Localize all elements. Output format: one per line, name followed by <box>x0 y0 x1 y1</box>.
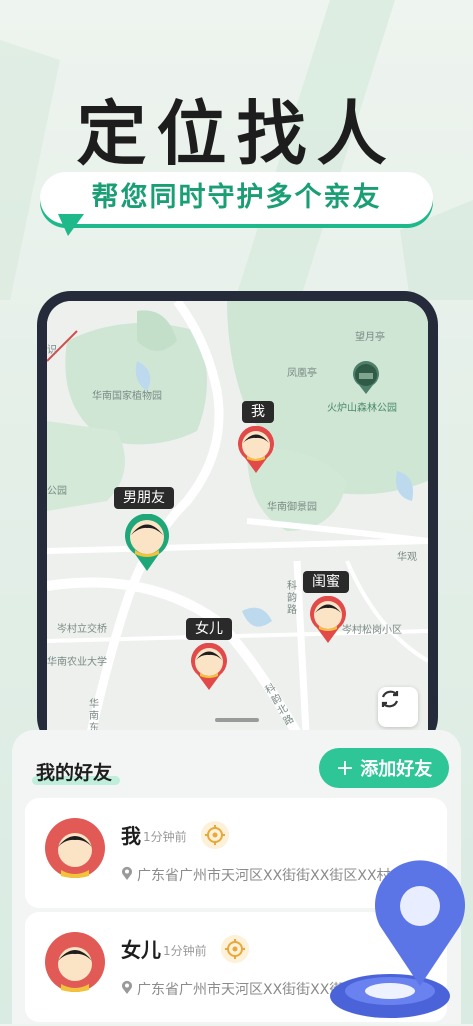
poi-shi: 识 <box>47 345 57 356</box>
friend-time: 1分钟前 <box>143 830 187 844</box>
pin-daughter[interactable] <box>190 643 228 691</box>
locate-icon[interactable] <box>221 935 249 963</box>
poi-keyun: 科韵路 <box>287 581 297 616</box>
poi-fenghuang: 凤凰亭 <box>287 368 317 379</box>
tag-me: 我 <box>242 401 274 423</box>
location-pin-icon <box>330 860 465 1018</box>
tag-boyfriend: 男朋友 <box>114 487 174 509</box>
refresh-icon <box>381 690 399 708</box>
map-view[interactable]: 识 望月亭 凤凰亭 火炉山森林公园 华南国家植物园 华南御景园 公园 岑村立交桥… <box>47 301 428 751</box>
friend-name: 我 <box>121 824 141 848</box>
tag-daughter: 女儿 <box>186 618 232 640</box>
locate-icon[interactable] <box>201 821 229 849</box>
poi-park: 公园 <box>47 486 67 497</box>
pin-girlfriend[interactable] <box>309 596 347 644</box>
tag-girlfriend: 闺蜜 <box>303 571 349 593</box>
park-photo-pin <box>353 361 379 394</box>
avatar <box>45 932 105 992</box>
location-pin-icon <box>122 980 132 994</box>
friend-time: 1分钟前 <box>163 944 207 958</box>
hero-title: 定位找人 <box>76 93 397 175</box>
add-friend-button[interactable]: + 添加好友 <box>319 748 449 788</box>
poi-wangyue: 望月亭 <box>355 332 385 343</box>
poi-huaguan: 华观 <box>397 552 417 563</box>
plus-icon: + <box>335 755 355 781</box>
phone-frame: 识 望月亭 凤凰亭 火炉山森林公园 华南国家植物园 华南御景园 公园 岑村立交桥… <box>37 291 438 751</box>
poi-botanical: 华南国家植物园 <box>92 391 162 402</box>
poi-huolushan: 火炉山森林公园 <box>327 403 397 414</box>
pin-me[interactable] <box>237 426 275 474</box>
friend-name: 女儿 <box>121 938 161 962</box>
sheet-handle[interactable] <box>215 718 259 722</box>
location-pin-icon <box>122 866 132 880</box>
subtitle-banner: 帮您同时守护多个亲友 <box>40 172 433 224</box>
poi-yujing: 华南御景园 <box>267 502 317 513</box>
add-friend-label: 添加好友 <box>360 759 433 780</box>
poi-agri: 华南农业大学 <box>47 657 107 668</box>
avatar <box>45 818 105 878</box>
pin-boyfriend[interactable] <box>123 514 171 572</box>
friends-title: 我的好友 <box>36 762 113 784</box>
refresh-button[interactable] <box>378 687 418 727</box>
banner-tail <box>58 214 84 236</box>
poi-cenbridge: 岑村立交桥 <box>57 624 107 635</box>
subtitle-text: 帮您同时守护多个亲友 <box>91 182 382 213</box>
poi-songgang: 岑村松岗小区 <box>342 625 402 636</box>
